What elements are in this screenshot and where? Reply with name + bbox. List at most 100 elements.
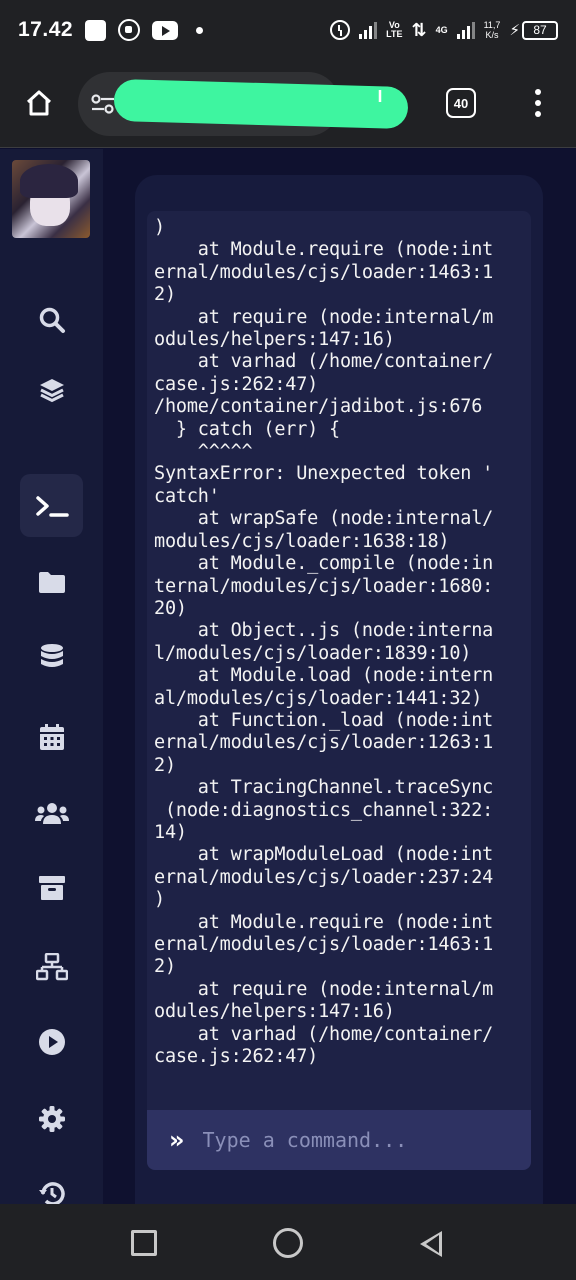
sidebar-item-settings[interactable] — [20, 1087, 83, 1150]
terminal-line: al/modules/cjs/loader:1441:32) — [154, 687, 483, 709]
home-icon — [26, 90, 52, 116]
charging-icon: ⚡ — [509, 22, 520, 39]
back-button[interactable] — [420, 1231, 442, 1257]
terminal-line: catch' — [154, 485, 220, 507]
avatar[interactable] — [12, 160, 90, 238]
network-icon — [35, 952, 68, 980]
terminal-line: ernal/modules/cjs/loader:1263:1 — [154, 732, 494, 754]
sidebar-item-backups[interactable] — [20, 856, 83, 919]
terminal-line: at Module.require (node:int — [154, 239, 494, 261]
terminal-line: at wrapSafe (node:internal/ — [154, 508, 494, 530]
sidebar-item-databases[interactable] — [20, 626, 83, 689]
tab-switcher-button[interactable]: 40 — [446, 88, 476, 118]
recents-button[interactable] — [131, 1230, 157, 1256]
sidebar-item-search[interactable] — [20, 288, 83, 351]
terminal-line: ernal/modules/cjs/loader:1463:1 — [154, 261, 494, 283]
status-bar: 17.42 Vo LTE ⇅ 4G 11,7 K/s ⚡ 87 — [0, 0, 576, 60]
sidebar-item-layers[interactable] — [20, 358, 83, 421]
sidebar-item-startup[interactable] — [20, 1010, 83, 1073]
system-navigation-bar — [0, 1204, 576, 1280]
sidebar-item-console[interactable] — [20, 474, 83, 537]
sidebar — [0, 149, 103, 1204]
calendar-icon — [39, 723, 64, 750]
layers-icon — [39, 378, 64, 402]
sidebar-item-activity[interactable] — [20, 1163, 83, 1204]
terminal-line: (node:diagnostics_channel:322: — [154, 799, 494, 821]
network-type: 4G — [435, 25, 448, 35]
terminal-line: 2) — [154, 956, 176, 978]
folder-icon — [38, 571, 65, 593]
volte-indicator: Vo LTE — [386, 21, 402, 39]
terminal-line: 2) — [154, 754, 176, 776]
terminal-line: at wrapModuleLoad (node:int — [154, 844, 494, 866]
terminal-line: at require (node:internal/m — [154, 978, 494, 1000]
browser-toolbar: 40 — [0, 60, 576, 148]
site-settings-icon[interactable] — [90, 91, 116, 117]
signal-icon — [359, 21, 378, 39]
network-speed: 11,7 K/s — [484, 20, 501, 40]
terminal-line: odules/helpers:147:16) — [154, 1001, 395, 1023]
data-activity-icon: ⇅ — [411, 19, 427, 40]
terminal-output-panel[interactable]: ) at Module.require (node:int ernal/modul… — [147, 211, 531, 1111]
terminal-line: at varhad (/home/container/ — [154, 351, 494, 373]
panel-page: ) at Module.require (node:int ernal/modul… — [0, 149, 576, 1204]
terminal-line: at Object..js (node:interna — [154, 620, 494, 642]
users-icon — [34, 802, 69, 824]
sidebar-item-users[interactable] — [20, 781, 83, 844]
youtube-icon — [152, 20, 179, 40]
terminal-line: 20) — [154, 597, 187, 619]
more-notifications-dot-icon — [196, 26, 204, 34]
archive-icon — [38, 875, 65, 900]
speed-unit: K/s — [485, 30, 499, 40]
database-icon — [40, 643, 63, 667]
download-icon[interactable] — [370, 88, 390, 108]
terminal-line: ernal/modules/cjs/loader:237:24 — [154, 866, 494, 888]
home-button[interactable] — [22, 86, 56, 120]
home-nav-button[interactable] — [273, 1228, 303, 1258]
sidebar-item-files[interactable] — [20, 550, 83, 613]
search-icon — [39, 307, 65, 333]
terminal-line: ^^^^^ — [154, 441, 253, 463]
sidebar-item-network[interactable] — [20, 935, 83, 998]
play-icon — [38, 1028, 65, 1055]
sidebar-item-schedules[interactable] — [20, 705, 83, 768]
history-icon — [38, 1182, 65, 1204]
terminal-line: odules/helpers:147:16) — [154, 329, 395, 351]
terminal-line: at varhad (/home/container/ — [154, 1023, 494, 1045]
terminal-line: /home/container/jadibot.js:676 — [154, 396, 483, 418]
browser-menu-button[interactable] — [528, 86, 548, 120]
terminal-line: } catch (err) { — [154, 418, 340, 440]
volte-bottom: LTE — [386, 29, 403, 39]
terminal-line: 2) — [154, 284, 176, 306]
battery-indicator: ⚡ 87 — [509, 20, 558, 40]
terminal-line: ernal/modules/cjs/loader:1463:1 — [154, 934, 494, 955]
terminal-line: l/modules/cjs/loader:1839:10) — [154, 642, 472, 664]
terminal-line: ) — [154, 889, 165, 911]
notification-icons — [85, 19, 204, 41]
status-time: 17.42 — [18, 18, 74, 41]
whatsapp-icon — [118, 19, 141, 41]
command-input[interactable] — [202, 1128, 503, 1152]
url-redaction-mark — [113, 78, 409, 130]
app-notification-icon — [85, 19, 107, 41]
prompt-chevron-icon: » — [169, 1126, 185, 1154]
terminal-line: case.js:262:47) — [154, 373, 319, 395]
terminal-line: at Module.load (node:intern — [154, 665, 494, 687]
system-icons: Vo LTE ⇅ 4G 11,7 K/s ⚡ 87 — [330, 20, 558, 41]
terminal-line: at TracingChannel.traceSync — [154, 777, 494, 799]
terminal-line: ) — [154, 217, 165, 238]
command-bar: » — [147, 1110, 531, 1170]
settings-icon — [38, 1105, 65, 1132]
terminal-line: ternal/modules/cjs/loader:1680: — [154, 575, 494, 597]
alarm-icon — [330, 20, 351, 40]
terminal-line: SyntaxError: Unexpected token ' — [154, 463, 494, 485]
terminal-line: modules/cjs/loader:1638:18) — [154, 530, 450, 552]
terminal-log: ) at Module.require (node:int ernal/modul… — [147, 211, 531, 1068]
terminal-line: at Module._compile (node:in — [154, 553, 494, 575]
terminal-line: case.js:262:47) — [154, 1046, 319, 1068]
terminal-line: at Module.require (node:int — [154, 911, 494, 933]
speed-value: 11,7 — [483, 20, 501, 30]
terminal-line: at require (node:internal/m — [154, 306, 494, 328]
signal-icon-2 — [456, 21, 475, 39]
terminal-line: at Function._load (node:int — [154, 709, 494, 731]
